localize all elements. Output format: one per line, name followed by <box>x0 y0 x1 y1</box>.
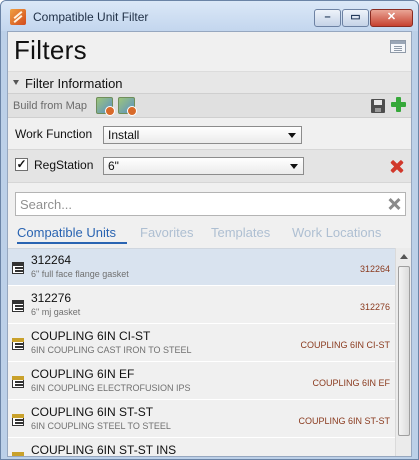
unit-icon-colored <box>12 452 24 456</box>
list-item[interactable]: COUPLING 6IN ST-ST INS <box>8 439 395 457</box>
filter-toolbar: Build from Map <box>8 94 411 118</box>
unit-icon-colored <box>12 376 24 388</box>
unit-description: 6" full face flange gasket <box>31 269 129 279</box>
panel-layout-icon[interactable] <box>390 40 406 53</box>
scroll-thumb[interactable] <box>398 266 410 436</box>
close-button[interactable]: ✕ <box>370 9 413 27</box>
search-box[interactable] <box>15 192 406 216</box>
build-from-map-selection-icon[interactable] <box>118 97 137 116</box>
unit-title: COUPLING 6IN ST-ST <box>31 405 154 419</box>
delete-filter-icon[interactable] <box>390 160 403 173</box>
list-item[interactable]: 312276 6" mj gasket 312276 <box>8 287 395 324</box>
unit-title: 312276 <box>31 291 72 305</box>
tab-compatible-units[interactable]: Compatible Units <box>17 225 116 240</box>
unit-code: COUPLING 6IN EF <box>312 378 390 388</box>
chevron-down-icon <box>290 164 298 169</box>
clear-search-icon[interactable] <box>389 198 401 210</box>
list-item[interactable]: COUPLING 6IN ST-ST 6IN COUPLING STEEL TO… <box>8 401 395 438</box>
unit-icon-colored <box>12 414 24 426</box>
work-function-label: Work Function <box>15 127 93 141</box>
compatible-unit-filter-window: Compatible Unit Filter – ▭ ✕ Filters Fil… <box>0 0 419 460</box>
unit-icon <box>12 262 24 274</box>
tab-templates[interactable]: Templates <box>211 225 270 240</box>
window-title: Compatible Unit Filter <box>33 10 149 24</box>
filter-information-header[interactable]: Filter Information <box>8 71 411 94</box>
unit-code: 312276 <box>359 302 390 312</box>
unit-description: 6IN COUPLING ELECTROFUSION IPS <box>31 383 191 393</box>
active-tab-indicator <box>17 242 127 244</box>
unit-code: COUPLING 6IN CI-ST <box>300 340 390 350</box>
page-title: Filters <box>14 35 87 65</box>
unit-icon <box>12 300 24 312</box>
filter-pane: Filters Filter Information Build from Ma… <box>7 31 412 457</box>
regstation-checkbox[interactable]: ✓ <box>15 158 28 171</box>
unit-title: COUPLING 6IN EF <box>31 367 135 381</box>
list-scrollbar[interactable] <box>395 248 411 456</box>
unit-title: COUPLING 6IN ST-ST INS <box>31 443 177 457</box>
save-icon[interactable] <box>371 99 385 113</box>
scroll-up-icon[interactable] <box>400 254 408 259</box>
maximize-button[interactable]: ▭ <box>342 9 369 27</box>
title-bar[interactable]: Compatible Unit Filter – ▭ ✕ <box>1 1 418 31</box>
work-function-row: Work Function Install <box>8 119 411 149</box>
work-function-select[interactable]: Install <box>103 126 302 144</box>
regstation-filter-row: ✓ RegStation 6" <box>8 149 411 183</box>
add-filter-icon[interactable] <box>391 97 406 112</box>
tab-favorites[interactable]: Favorites <box>140 225 193 240</box>
tab-work-locations[interactable]: Work Locations <box>292 225 381 240</box>
build-from-map-label: Build from Map <box>13 100 87 112</box>
list-item[interactable]: COUPLING 6IN EF 6IN COUPLING ELECTROFUSI… <box>8 363 395 400</box>
regstation-select[interactable]: 6" <box>103 157 304 175</box>
search-input[interactable] <box>20 196 380 212</box>
unit-title: COUPLING 6IN CI-ST <box>31 329 151 343</box>
regstation-value: 6" <box>108 159 119 173</box>
unit-description: 6IN COUPLING CAST IRON TO STEEL <box>31 345 192 355</box>
unit-description: 6IN COUPLING STEEL TO STEEL <box>31 421 171 431</box>
collapse-caret-icon[interactable] <box>13 80 19 85</box>
list-item[interactable]: COUPLING 6IN CI-ST 6IN COUPLING CAST IRO… <box>8 325 395 362</box>
unit-icon-colored <box>12 338 24 350</box>
unit-code: 312264 <box>359 264 390 274</box>
app-icon <box>10 9 26 25</box>
unit-code: COUPLING 6IN ST-ST <box>298 416 390 426</box>
result-tabs: Compatible Units Favorites Templates Wor… <box>8 222 411 246</box>
compatible-units-list: 312264 6" full face flange gasket 312264… <box>8 248 411 457</box>
work-function-value: Install <box>108 128 140 142</box>
regstation-label: RegStation <box>34 158 94 172</box>
section-title: Filter Information <box>25 76 123 91</box>
build-from-map-point-icon[interactable] <box>96 97 115 116</box>
chevron-down-icon <box>288 133 296 138</box>
unit-title: 312264 <box>31 253 72 267</box>
list-item[interactable]: 312264 6" full face flange gasket 312264 <box>8 249 395 286</box>
minimize-button[interactable]: – <box>314 9 341 27</box>
unit-description: 6" mj gasket <box>31 307 81 317</box>
